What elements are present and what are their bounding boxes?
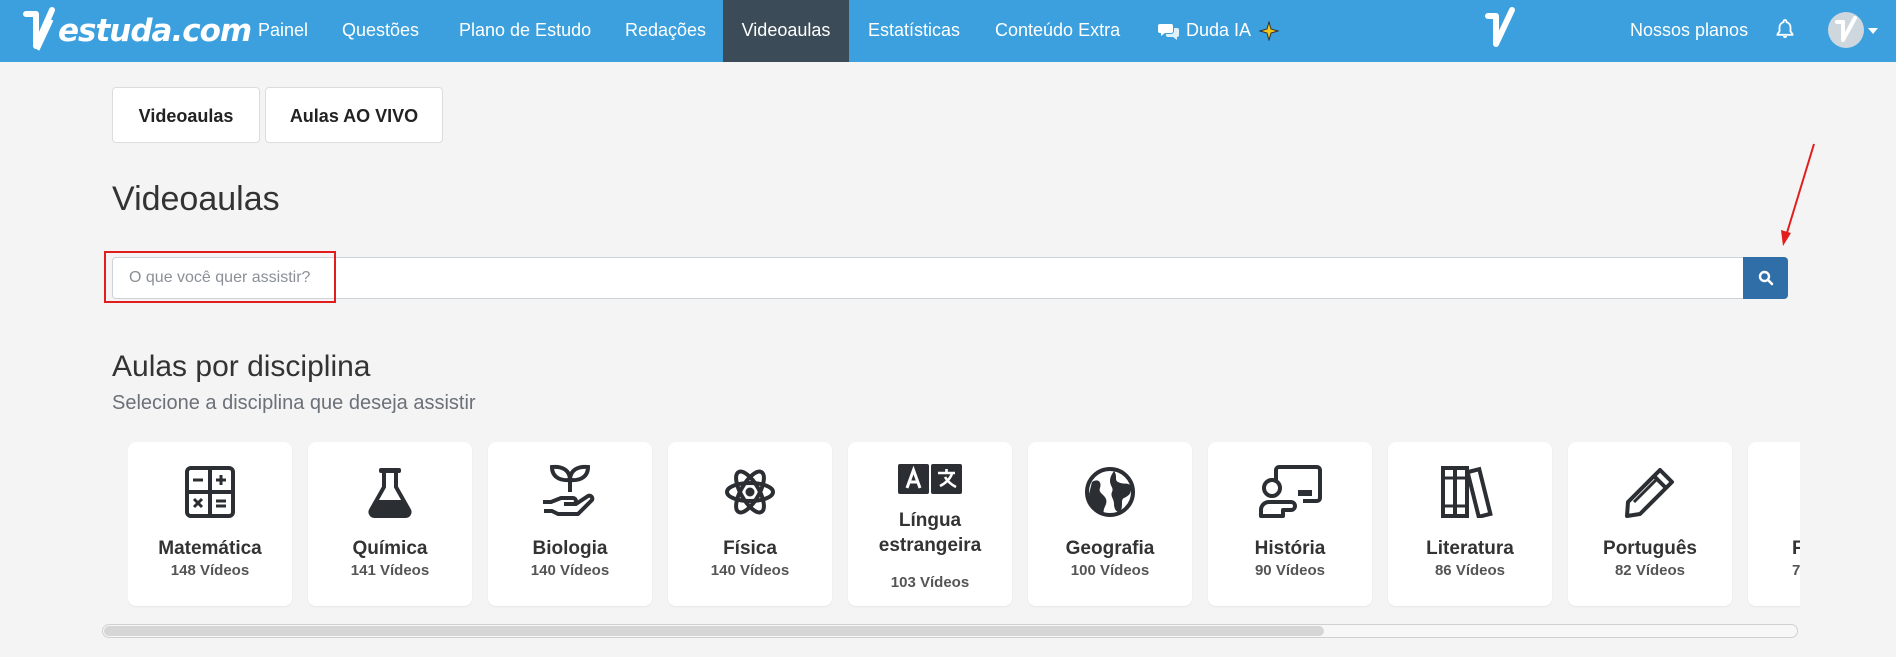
check-logo-icon — [1835, 16, 1857, 42]
globe-icon — [1085, 467, 1135, 517]
nav-duda-ia[interactable]: Duda IA — [1158, 0, 1280, 62]
discipline-card-portugues[interactable]: Português 82 Vídeos — [1568, 442, 1732, 606]
discipline-card-historia[interactable]: História 90 Vídeos — [1208, 442, 1372, 606]
scrollbar-thumb[interactable] — [104, 626, 1324, 636]
language-icon — [898, 464, 962, 494]
disciplines-carousel[interactable]: Matemática 148 Vídeos Química 141 Vídeos… — [128, 442, 1800, 610]
discipline-count: 103 Vídeos — [890, 574, 970, 591]
discipline-card-lingua-estrangeira[interactable]: Língua estrangeira 103 Vídeos — [848, 442, 1012, 606]
nav-questoes[interactable]: Questões — [342, 0, 419, 62]
section-subtitle: Selecione a disciplina que deseja assist… — [112, 392, 476, 414]
discipline-card-geografia[interactable]: Geografia 100 Vídeos — [1028, 442, 1192, 606]
nav-redacoes[interactable]: Redações — [625, 0, 706, 62]
discipline-name: F — [1792, 538, 1800, 559]
search-button[interactable] — [1743, 257, 1788, 299]
nav-painel[interactable]: Painel — [258, 0, 308, 62]
page-title: Videoaulas — [112, 180, 280, 218]
discipline-card-partial[interactable]: F 7 — [1748, 442, 1800, 606]
nav-duda-ia-label: Duda IA — [1186, 20, 1251, 40]
bell-icon[interactable] — [1776, 19, 1794, 39]
discipline-count: 7 — [1792, 562, 1800, 579]
discipline-count: 82 Vídeos — [1614, 562, 1686, 579]
discipline-count: 100 Vídeos — [1070, 562, 1150, 579]
annotation-arrow-icon — [1781, 143, 1815, 246]
check-logo-icon — [1485, 7, 1515, 47]
discipline-count: 86 Vídeos — [1434, 562, 1506, 579]
flask-icon — [368, 468, 412, 518]
logo-text: estuda.com — [58, 13, 252, 49]
discipline-card-literatura[interactable]: Literatura 86 Vídeos — [1388, 442, 1552, 606]
discipline-name: Física — [723, 538, 777, 559]
discipline-name: Português — [1603, 538, 1697, 559]
search-field — [112, 257, 1744, 299]
discipline-name: Biologia — [532, 538, 608, 559]
search-icon — [1758, 270, 1773, 286]
section-title: Aulas por disciplina — [112, 350, 371, 383]
nav-plano-de-estudo[interactable]: Plano de Estudo — [459, 0, 591, 62]
discipline-card-biologia[interactable]: Biologia 140 Vídeos — [488, 442, 652, 606]
check-logo-icon — [23, 7, 55, 51]
discipline-count: 140 Vídeos — [530, 562, 610, 579]
books-icon — [1441, 466, 1493, 518]
discipline-name: História — [1254, 538, 1326, 559]
discipline-count: 141 Vídeos — [350, 562, 430, 579]
discipline-name: Literatura — [1426, 538, 1514, 559]
discipline-card-fisica[interactable]: Física 140 Vídeos — [668, 442, 832, 606]
sparkle-icon — [1259, 21, 1280, 42]
tab-aulas-ao-vivo[interactable]: Aulas AO VIVO — [265, 87, 443, 143]
top-navbar: estuda.com Painel Questões Plano de Estu… — [0, 0, 1896, 62]
discipline-name: Geografia — [1065, 538, 1155, 559]
nav-estatisticas[interactable]: Estatísticas — [868, 0, 960, 62]
tab-videoaulas[interactable]: Videoaulas — [112, 87, 260, 143]
brand-logo[interactable]: estuda.com — [22, 6, 252, 56]
center-check-logo[interactable] — [1484, 6, 1518, 61]
pencil-icon — [1625, 468, 1674, 518]
highlight-box — [104, 251, 336, 303]
calculator-icon — [185, 466, 235, 518]
nav-videoaulas[interactable]: Videoaulas — [723, 0, 849, 62]
chat-icon — [1158, 24, 1179, 41]
user-avatar[interactable] — [1828, 12, 1864, 48]
discipline-count: 148 Vídeos — [170, 562, 250, 579]
discipline-name: Química — [352, 538, 428, 559]
atom-icon — [725, 469, 775, 515]
search-input[interactable] — [113, 258, 1744, 298]
nav-nossos-planos[interactable]: Nossos planos — [1630, 0, 1748, 60]
discipline-name: Matemática — [158, 538, 262, 559]
nav-conteudo-extra[interactable]: Conteúdo Extra — [995, 0, 1120, 62]
chalkboard-teacher-icon — [1259, 465, 1322, 518]
discipline-count: 140 Vídeos — [710, 562, 790, 579]
discipline-name: Língua estrangeira — [878, 510, 982, 556]
discipline-card-matematica[interactable]: Matemática 148 Vídeos — [128, 442, 292, 606]
seedling-icon — [543, 464, 595, 516]
discipline-count: 90 Vídeos — [1254, 562, 1326, 579]
chevron-down-icon[interactable] — [1868, 28, 1878, 34]
discipline-card-quimica[interactable]: Química 141 Vídeos — [308, 442, 472, 606]
